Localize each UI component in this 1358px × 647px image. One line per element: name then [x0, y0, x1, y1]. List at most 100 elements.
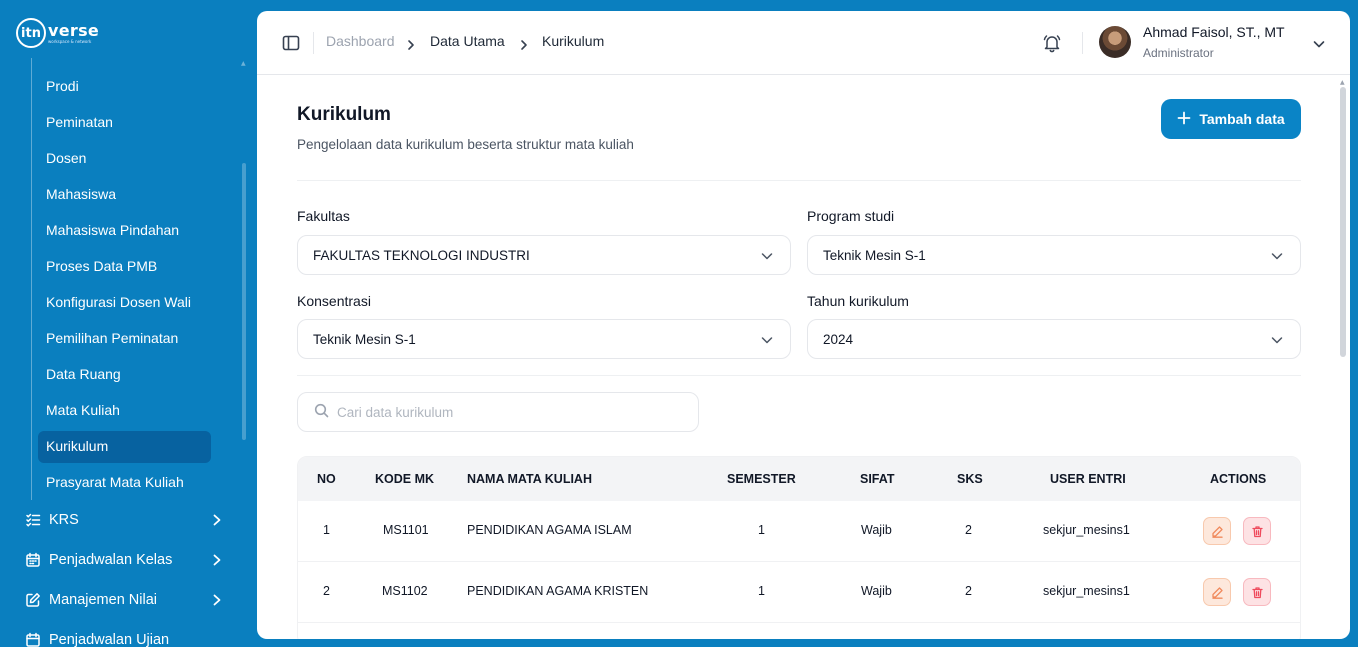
prodi-select[interactable]: Teknik Mesin S-1 [807, 235, 1301, 275]
brand-word: verse [48, 20, 100, 40]
header-divider [313, 32, 314, 54]
sidebar-menu-penjadwalan-ujian[interactable]: Penjadwalan Ujian [24, 628, 224, 647]
sidebar-menu-manajemen-nilai[interactable]: Manajemen Nilai [24, 588, 224, 612]
header-divider [1082, 32, 1083, 54]
cell-no: 2 [323, 584, 330, 598]
chevron-down-icon [1270, 249, 1284, 263]
chevron-right-icon [210, 593, 224, 607]
page-title: Kurikulum [297, 104, 391, 125]
cell-kode-mk: MS1101 [383, 523, 429, 537]
breadcrumb-data-utama[interactable]: Data Utama [430, 33, 505, 49]
chevron-right-icon [405, 36, 417, 50]
cell-no: 1 [323, 523, 330, 537]
main-scroll-up-icon[interactable]: ▲ [1340, 79, 1345, 86]
chevron-right-icon [210, 553, 224, 567]
prodi-label: Program studi [807, 208, 895, 224]
sidebar-item-kurikulum[interactable]: Kurikulum [46, 436, 108, 456]
sidebar-item-dosen[interactable]: Dosen [46, 148, 86, 168]
chevron-down-icon [760, 333, 774, 347]
pencil-icon [1211, 525, 1223, 538]
section-divider [297, 180, 1301, 181]
col-semester: SEMESTER [727, 472, 796, 486]
delete-button[interactable] [1243, 578, 1271, 606]
prodi-value: Teknik Mesin S-1 [823, 247, 926, 263]
col-sifat: SIFAT [860, 472, 895, 486]
sidebar-item-peminatan[interactable]: Peminatan [46, 112, 113, 132]
konsentrasi-value: Teknik Mesin S-1 [313, 331, 416, 347]
sidebar-item-proses-data-pmb[interactable]: Proses Data PMB [46, 256, 157, 276]
brand-logo[interactable]: itn verse workspace & network [16, 18, 99, 48]
sidebar-item-pemilihan-peminatan[interactable]: Pemilihan Peminatan [46, 328, 178, 348]
sidebar-menu-label: Penjadwalan Ujian [49, 632, 170, 647]
add-data-label: Tambah data [1199, 111, 1285, 127]
cell-semester: 1 [758, 523, 765, 537]
table-row: 1 MS1101 PENDIDIKAN AGAMA ISLAM 1 Wajib … [298, 501, 1300, 562]
trash-icon [1251, 586, 1263, 598]
add-data-button[interactable]: Tambah data [1161, 99, 1301, 139]
avatar[interactable] [1099, 26, 1131, 58]
sidebar-menu-label: Penjadwalan Kelas [49, 552, 173, 568]
plus-icon [1177, 111, 1191, 128]
sidebar-scroll-up-icon[interactable]: ▲ [241, 60, 247, 67]
col-nama-mata-kuliah: NAMA MATA KULIAH [467, 472, 592, 486]
search-icon [314, 403, 329, 422]
sidebar-scrollbar[interactable] [242, 163, 246, 440]
sidebar-item-mahasiswa-pindahan[interactable]: Mahasiswa Pindahan [46, 220, 179, 240]
col-actions: ACTIONS [1210, 472, 1267, 486]
cell-kode-mk: MS1102 [382, 584, 428, 598]
edit-square-icon [24, 591, 42, 609]
col-no: NO [317, 472, 336, 486]
konsentrasi-label: Konsentrasi [297, 293, 371, 309]
section-divider [297, 375, 1301, 376]
sidebar-item-konfigurasi-dosen-wali[interactable]: Konfigurasi Dosen Wali [46, 292, 191, 312]
cell-nama-mata-kuliah: PENDIDIKAN AGAMA KRISTEN [467, 584, 649, 598]
edit-button[interactable] [1203, 578, 1231, 606]
cell-sifat: Wajib [861, 584, 892, 598]
sidebar-item-prasyarat-mata-kuliah[interactable]: Prasyarat Mata Kuliah [46, 472, 184, 492]
tahun-kurikulum-select[interactable]: 2024 [807, 319, 1301, 359]
sidebar-item-mata-kuliah[interactable]: Mata Kuliah [46, 400, 120, 420]
cell-sks: 2 [965, 523, 972, 537]
breadcrumb-kurikulum: Kurikulum [542, 33, 605, 49]
sidebar-item-data-ruang[interactable]: Data Ruang [46, 364, 121, 384]
tahun-kurikulum-label: Tahun kurikulum [807, 293, 909, 309]
sidebar-toggle-icon[interactable] [281, 33, 301, 53]
breadcrumb-dashboard[interactable]: Dashboard [326, 33, 395, 49]
table-row: 2 MS1102 PENDIDIKAN AGAMA KRISTEN 1 Waji… [298, 562, 1300, 623]
user-name: Ahmad Faisol, ST., MT [1143, 24, 1285, 40]
chevron-down-icon[interactable] [1312, 36, 1326, 50]
col-sks: SKS [957, 472, 983, 486]
sidebar: itn verse workspace & network ▲ Prodi Pe… [0, 0, 257, 647]
col-user-entri: USER ENTRI [1050, 472, 1126, 486]
fakultas-label: Fakultas [297, 208, 350, 224]
calendar-icon [24, 631, 42, 647]
sidebar-menu-krs[interactable]: KRS [24, 508, 224, 532]
cell-user-entri: sekjur_mesins1 [1043, 523, 1130, 537]
calendar-icon [24, 551, 42, 569]
sidebar-menu-penjadwalan-kelas[interactable]: Penjadwalan Kelas [24, 548, 224, 572]
notification-bell-icon[interactable] [1042, 33, 1062, 53]
cell-semester: 1 [758, 584, 765, 598]
edit-button[interactable] [1203, 517, 1231, 545]
page-subtitle: Pengelolaan data kurikulum beserta struk… [297, 137, 634, 152]
konsentrasi-select[interactable]: Teknik Mesin S-1 [297, 319, 791, 359]
table-header: NO KODE MK NAMA MATA KULIAH SEMESTER SIF… [298, 457, 1300, 501]
brand-mark: itn [16, 18, 46, 48]
checklist-icon [24, 511, 42, 529]
col-kode-mk: KODE MK [375, 472, 435, 486]
chevron-down-icon [1270, 333, 1284, 347]
sidebar-item-mahasiswa[interactable]: Mahasiswa [46, 184, 116, 204]
main-scrollbar[interactable] [1340, 87, 1346, 357]
cell-nama-mata-kuliah: PENDIDIKAN AGAMA ISLAM [467, 523, 632, 537]
delete-button[interactable] [1243, 517, 1271, 545]
cell-sifat: Wajib [861, 523, 892, 537]
fakultas-select[interactable]: FAKULTAS TEKNOLOGI INDUSTRI [297, 235, 791, 275]
sidebar-item-prodi[interactable]: Prodi [46, 76, 79, 96]
main-panel: Dashboard Data Utama Kurikulum Ahmad Fai… [257, 11, 1350, 639]
fakultas-value: FAKULTAS TEKNOLOGI INDUSTRI [313, 247, 530, 263]
brand-tagline: workspace & network [48, 38, 92, 44]
search-box [297, 392, 699, 432]
cell-sks: 2 [965, 584, 972, 598]
chevron-right-icon [518, 36, 530, 50]
search-input[interactable] [337, 404, 677, 420]
